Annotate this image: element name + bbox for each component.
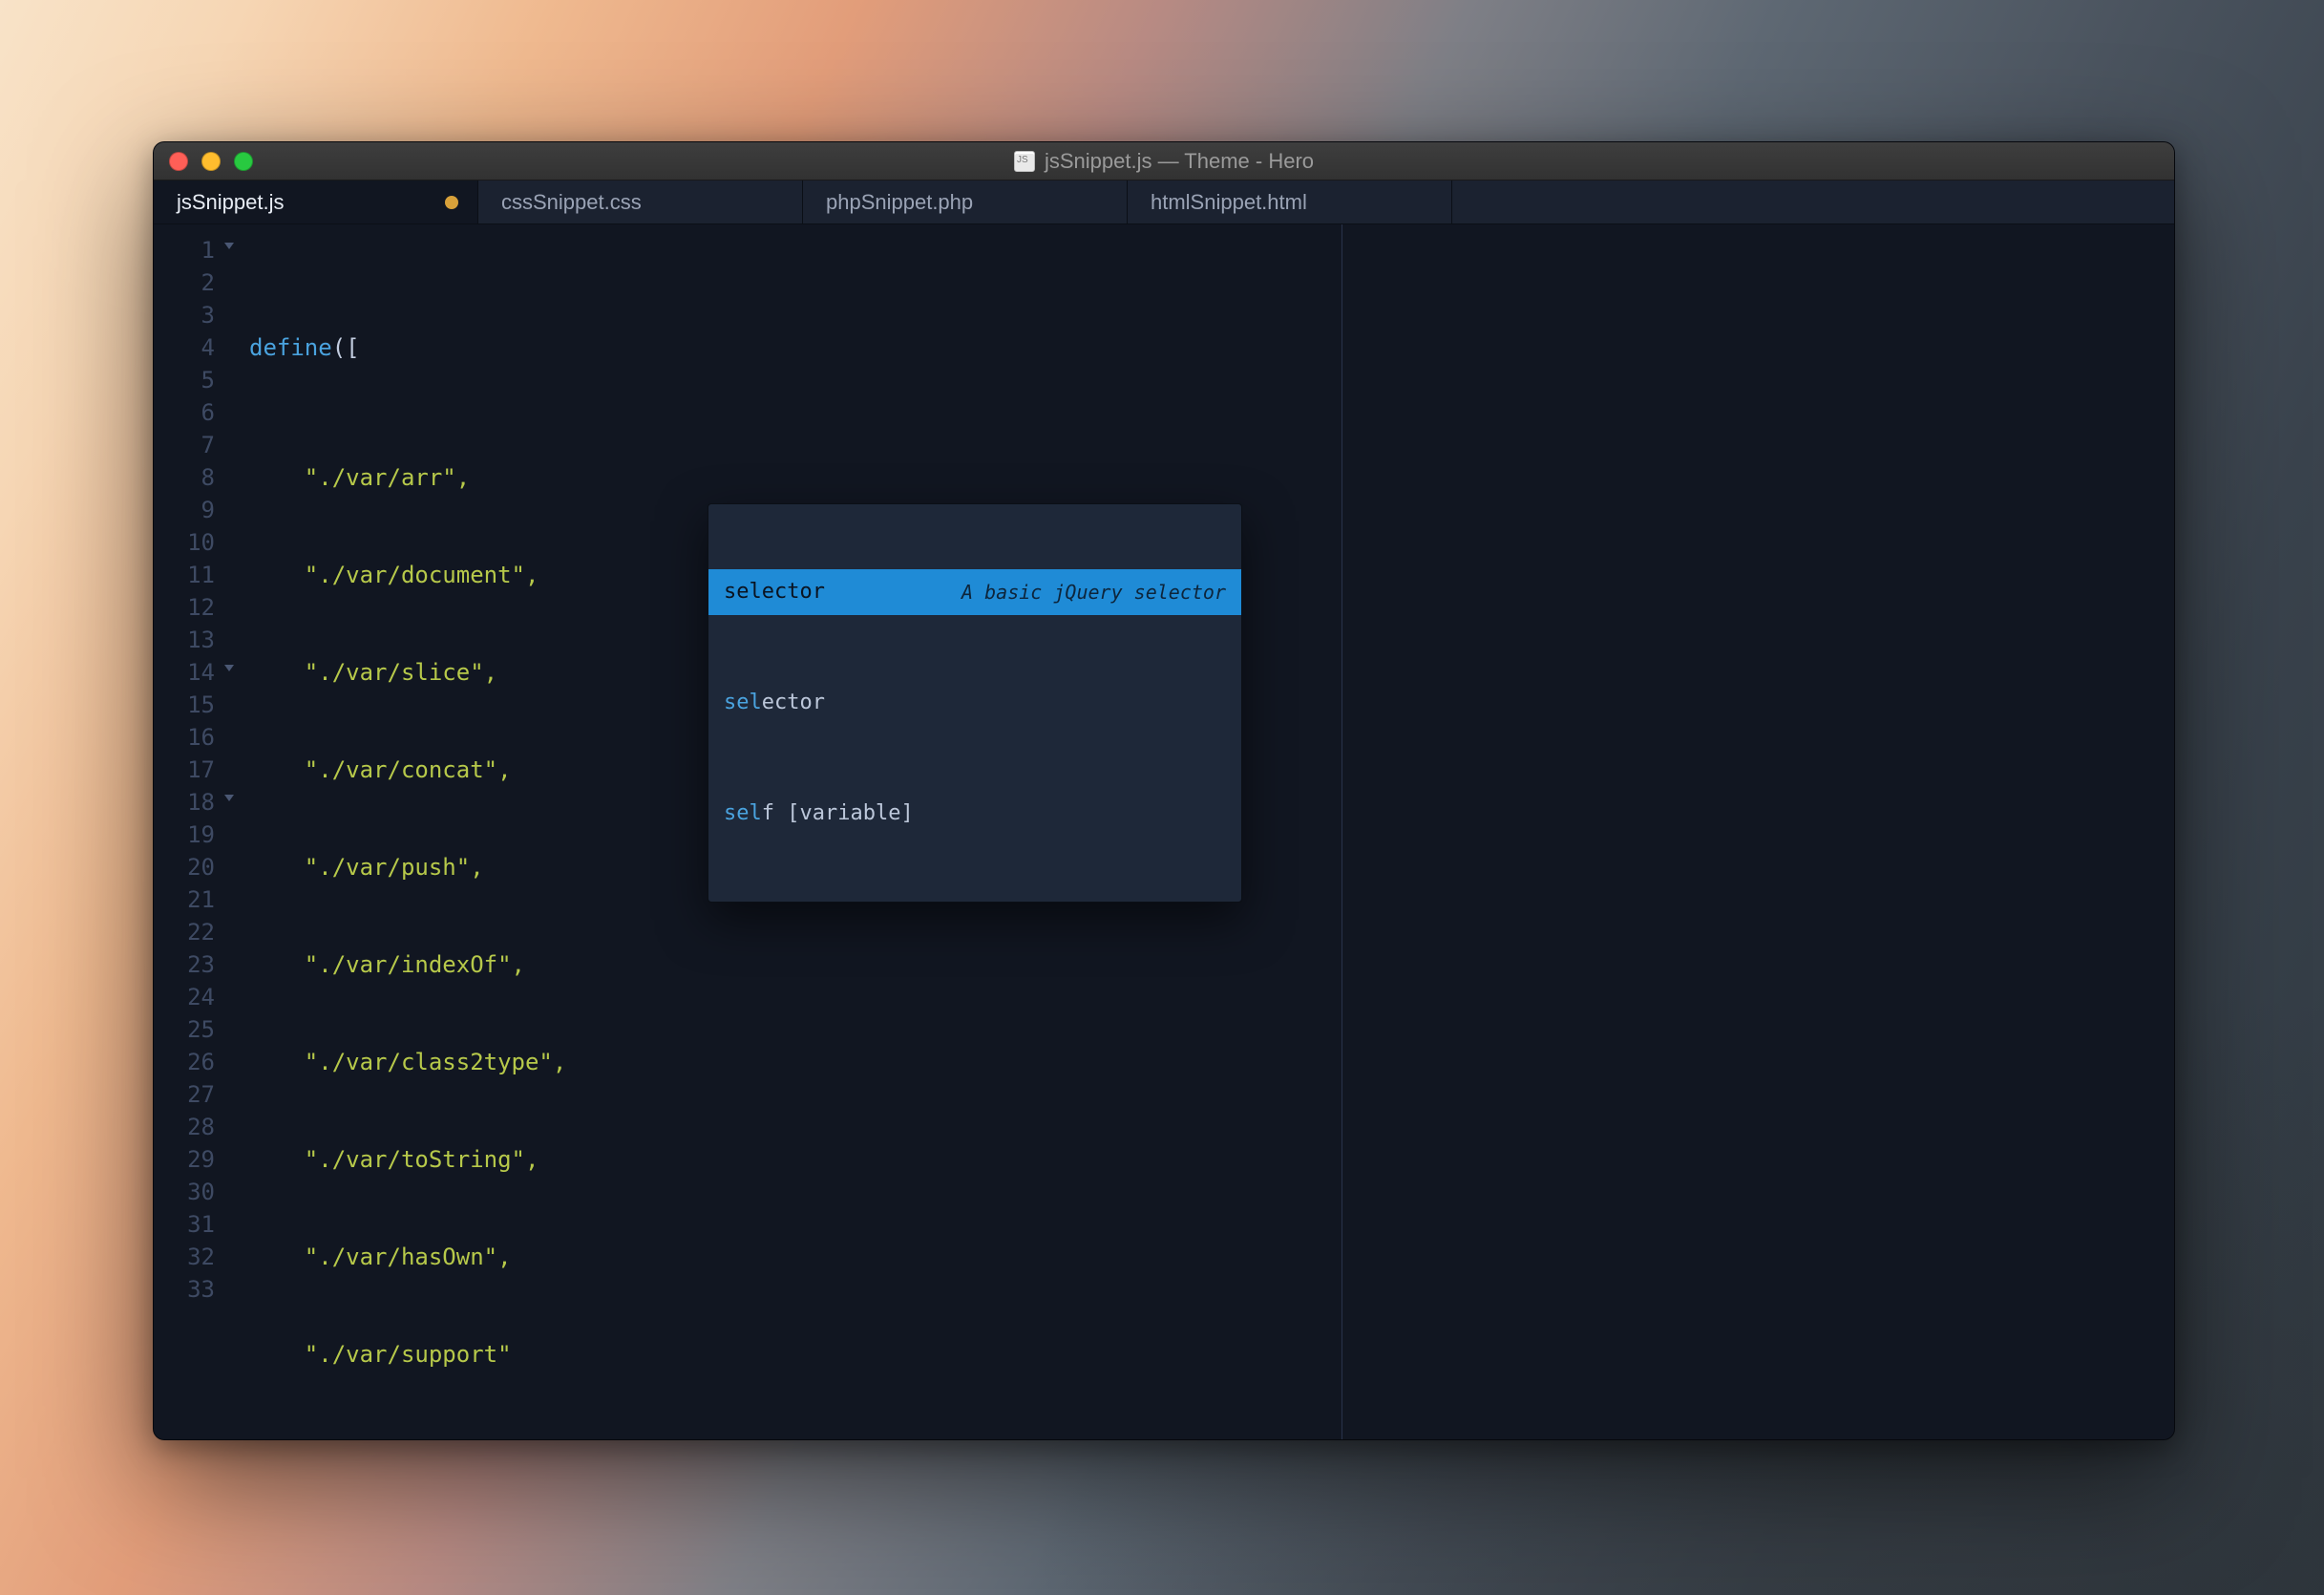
code-line: "./var/hasOwn", [249,1241,2174,1273]
editor-area[interactable]: 1234567891011121314151617181920212223242… [154,224,2174,1440]
line-number[interactable]: 32 [154,1241,236,1273]
line-number[interactable]: 23 [154,948,236,981]
line-number[interactable]: 25 [154,1013,236,1046]
line-number[interactable]: 26 [154,1046,236,1078]
line-number[interactable]: 3 [154,299,236,331]
maximize-icon[interactable] [234,152,253,171]
line-number[interactable]: 31 [154,1208,236,1241]
line-number[interactable]: 28 [154,1111,236,1143]
line-number-gutter[interactable]: 1234567891011121314151617181920212223242… [154,224,242,1440]
line-number[interactable]: 29 [154,1143,236,1176]
file-icon [1014,151,1035,172]
line-number[interactable]: 7 [154,429,236,461]
autocomplete-item[interactable]: selector A basic jQuery selector [708,569,1241,615]
tab-htmlsnippet[interactable]: htmlSnippet.html [1128,181,1452,223]
line-number[interactable]: 10 [154,526,236,559]
code-content[interactable]: define([ "./var/arr", "./var/document", … [242,224,2174,1440]
line-number[interactable]: 2 [154,266,236,299]
line-number[interactable]: 8 [154,461,236,494]
line-number[interactable]: 13 [154,624,236,656]
line-number[interactable]: 9 [154,494,236,526]
line-number[interactable]: 24 [154,981,236,1013]
minimize-icon[interactable] [201,152,221,171]
code-line: "./var/indexOf", [249,948,2174,981]
tab-label: jsSnippet.js [177,190,285,215]
line-number[interactable]: 6 [154,396,236,429]
window-title: jsSnippet.js — Theme - Hero [154,149,2174,174]
tab-bar: jsSnippet.js cssSnippet.css phpSnippet.p… [154,181,2174,224]
line-number[interactable]: 27 [154,1078,236,1111]
window-titlebar[interactable]: jsSnippet.js — Theme - Hero [154,142,2174,181]
autocomplete-hint: A basic jQuery selector [961,576,1226,608]
code-line: "./var/arr", [249,461,2174,494]
editor-window: jsSnippet.js — Theme - Hero jsSnippet.js… [153,141,2175,1440]
code-line: define([ [249,331,2174,364]
line-number[interactable]: 4 [154,331,236,364]
line-number[interactable]: 17 [154,754,236,786]
line-number[interactable]: 22 [154,916,236,948]
window-title-text: jsSnippet.js — Theme - Hero [1045,149,1314,174]
tab-jssnippet[interactable]: jsSnippet.js [154,181,478,223]
tab-label: htmlSnippet.html [1151,190,1307,215]
code-line: "./var/class2type", [249,1046,2174,1078]
fold-chevron-icon[interactable] [224,795,234,801]
tab-label: cssSnippet.css [501,190,642,215]
code-line: "./var/toString", [249,1143,2174,1176]
close-icon[interactable] [169,152,188,171]
line-number[interactable]: 21 [154,883,236,916]
line-number[interactable]: 19 [154,819,236,851]
line-number[interactable]: 12 [154,591,236,624]
line-number[interactable]: 11 [154,559,236,591]
line-number[interactable]: 16 [154,721,236,754]
line-number[interactable]: 33 [154,1273,236,1306]
code-line: "./var/support" [249,1338,2174,1371]
line-number[interactable]: 14 [154,656,236,689]
autocomplete-item[interactable]: selector [708,680,1241,726]
fold-chevron-icon[interactable] [224,665,234,671]
tab-label: phpSnippet.php [826,190,973,215]
line-number[interactable]: 30 [154,1176,236,1208]
traffic-lights [169,152,253,171]
line-number[interactable]: 18 [154,786,236,819]
line-number[interactable]: 15 [154,689,236,721]
dirty-indicator-icon [445,196,458,209]
tab-csssnippet[interactable]: cssSnippet.css [478,181,803,223]
fold-chevron-icon[interactable] [224,243,234,249]
line-number[interactable]: 1 [154,234,236,266]
autocomplete-popup[interactable]: selector A basic jQuery selector selecto… [708,503,1242,903]
line-number[interactable]: 5 [154,364,236,396]
tab-phpsnippet[interactable]: phpSnippet.php [803,181,1128,223]
line-number[interactable]: 20 [154,851,236,883]
autocomplete-item[interactable]: self [variable] [708,791,1241,837]
